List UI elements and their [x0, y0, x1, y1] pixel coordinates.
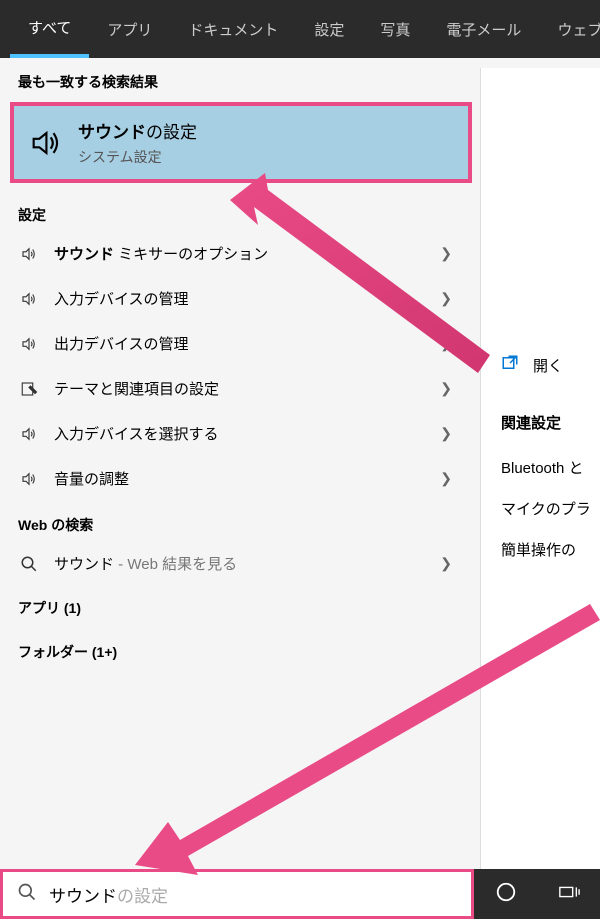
- speaker-icon: [18, 335, 40, 353]
- chevron-right-icon: ❯: [440, 555, 462, 572]
- related-link[interactable]: マイクのプラ: [501, 488, 600, 529]
- related-settings-header: 関連設定: [501, 412, 600, 433]
- settings-result[interactable]: 入力デバイスを選択する ❯: [0, 411, 480, 456]
- result-label: 入力デバイスを選択する: [54, 423, 426, 444]
- taskbar-search-area: サウンドの設定: [0, 869, 600, 919]
- tab-settings[interactable]: 設定: [296, 3, 362, 56]
- speaker-icon: [18, 425, 40, 443]
- search-bar[interactable]: サウンドの設定: [0, 869, 474, 919]
- open-external-icon: [501, 354, 519, 376]
- apps-category[interactable]: アプリ (1): [0, 586, 480, 630]
- chevron-right-icon: ❯: [440, 380, 462, 397]
- related-link[interactable]: 簡単操作の: [501, 529, 600, 570]
- settings-result[interactable]: 音量の調整 ❯: [0, 456, 480, 501]
- speaker-icon: [18, 245, 40, 263]
- task-view-button[interactable]: [542, 869, 596, 920]
- cortana-button[interactable]: [479, 869, 533, 920]
- best-match-header: 最も一致する検索結果: [0, 58, 480, 98]
- search-tabs: すべて アプリ ドキュメント 設定 写真 電子メール ウェブ: [0, 0, 600, 58]
- result-label: 入力デバイスの管理: [54, 288, 426, 309]
- chevron-right-icon: ❯: [440, 470, 462, 487]
- result-label: テーマと関連項目の設定: [54, 378, 426, 399]
- result-label: 出力デバイスの管理: [54, 333, 426, 354]
- tab-apps[interactable]: アプリ: [89, 3, 170, 56]
- settings-header: 設定: [0, 191, 480, 231]
- best-match-result[interactable]: サウンドの設定 システム設定: [10, 102, 472, 183]
- results-column: 最も一致する検索結果 サウンドの設定 システム設定 設定 サウンド ミキサーのオ…: [0, 58, 480, 869]
- search-input[interactable]: サウンドの設定: [41, 874, 457, 915]
- settings-result[interactable]: 入力デバイスの管理 ❯: [0, 276, 480, 321]
- chevron-right-icon: ❯: [440, 335, 462, 352]
- search-icon: [17, 882, 37, 907]
- tab-photos[interactable]: 写真: [362, 3, 428, 56]
- tab-all[interactable]: すべて: [10, 1, 89, 58]
- folders-category[interactable]: フォルダー (1+): [0, 630, 480, 674]
- result-label: 音量の調整: [54, 468, 426, 489]
- detail-panel: 開く 関連設定 Bluetooth と マイクのプラ 簡単操作の: [480, 68, 600, 869]
- settings-result[interactable]: サウンド ミキサーのオプション ❯: [0, 231, 480, 276]
- result-label: サウンド ミキサーのオプション: [54, 243, 426, 264]
- settings-result[interactable]: テーマと関連項目の設定 ❯: [0, 366, 480, 411]
- edit-icon: [18, 380, 40, 398]
- best-match-subtitle: システム設定: [78, 147, 454, 167]
- search-icon: [18, 555, 40, 573]
- tab-email[interactable]: 電子メール: [428, 3, 539, 56]
- tab-web[interactable]: ウェブ: [539, 3, 600, 56]
- related-link[interactable]: Bluetooth と: [501, 447, 600, 488]
- speaker-icon: [18, 470, 40, 488]
- speaker-icon: [28, 126, 62, 160]
- web-search-result[interactable]: サウンド - Web 結果を見る ❯: [0, 541, 480, 586]
- web-search-header: Web の検索: [0, 501, 480, 541]
- speaker-icon: [18, 290, 40, 308]
- tab-documents[interactable]: ドキュメント: [170, 3, 296, 56]
- chevron-right-icon: ❯: [440, 245, 462, 262]
- open-action[interactable]: 開く: [501, 348, 600, 382]
- chevron-right-icon: ❯: [440, 425, 462, 442]
- settings-result[interactable]: 出力デバイスの管理 ❯: [0, 321, 480, 366]
- best-match-title: サウンドの設定: [78, 118, 454, 143]
- chevron-right-icon: ❯: [440, 290, 462, 307]
